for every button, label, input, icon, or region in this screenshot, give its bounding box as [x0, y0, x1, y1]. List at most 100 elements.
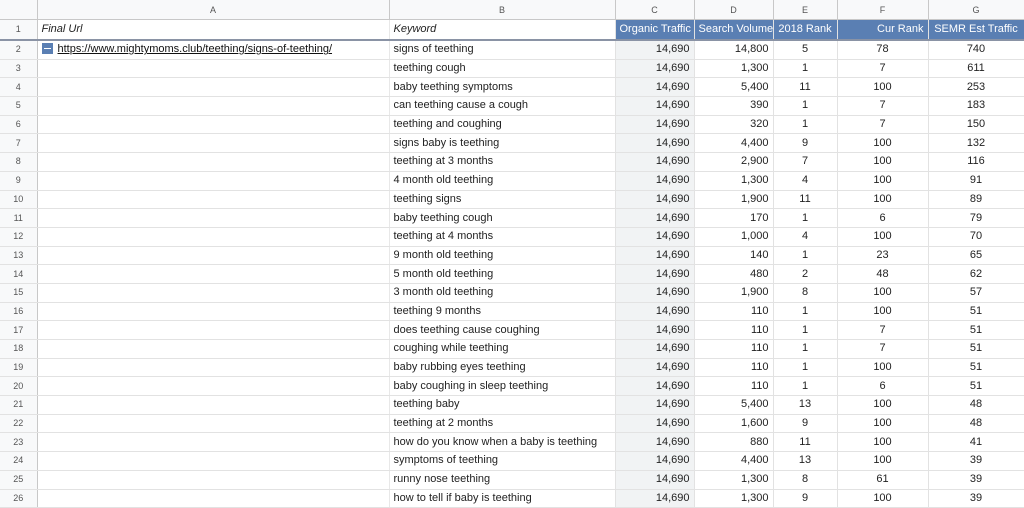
cell-keyword[interactable]: teething and coughing [389, 115, 616, 135]
cell-semr-est-traffic[interactable]: 51 [928, 339, 1024, 359]
cell-semr-est-traffic[interactable]: 51 [928, 358, 1024, 378]
cell-keyword[interactable]: coughing while teething [389, 339, 616, 359]
header-keyword[interactable]: Keyword [389, 19, 616, 41]
cell-cur-rank[interactable]: 100 [837, 190, 929, 210]
cell-search-volume[interactable]: 320 [694, 115, 774, 135]
cell-2018-rank[interactable]: 8 [773, 470, 838, 490]
cell-cur-rank[interactable]: 100 [837, 489, 929, 508]
cell-cur-rank[interactable]: 61 [837, 470, 929, 490]
cell-cur-rank[interactable]: 100 [837, 395, 929, 415]
cell-final-url[interactable] [37, 264, 390, 284]
cell-keyword[interactable]: baby coughing in sleep teething [389, 376, 616, 397]
cell-semr-est-traffic[interactable]: 65 [928, 246, 1024, 266]
cell-semr-est-traffic[interactable]: 62 [928, 264, 1024, 284]
cell-keyword[interactable]: 9 month old teething [389, 246, 616, 266]
cell-keyword[interactable]: how do you know when a baby is teething [389, 432, 616, 453]
cell-2018-rank[interactable]: 5 [773, 40, 838, 60]
cell-organic-traffic[interactable]: 14,690 [615, 77, 695, 98]
cell-cur-rank[interactable]: 100 [837, 171, 929, 191]
cell-2018-rank[interactable]: 11 [773, 77, 838, 98]
cell-search-volume[interactable]: 110 [694, 339, 774, 359]
cell-cur-rank[interactable]: 100 [837, 283, 929, 303]
cell-final-url[interactable] [37, 208, 390, 228]
cell-final-url[interactable] [37, 96, 390, 116]
cell-search-volume[interactable]: 480 [694, 264, 774, 284]
cell-final-url[interactable] [37, 283, 390, 303]
header-search-volume[interactable]: Search Volume [694, 19, 774, 41]
cell-cur-rank[interactable]: 7 [837, 320, 929, 340]
row-number[interactable]: 24 [0, 451, 38, 471]
cell-semr-est-traffic[interactable]: 253 [928, 77, 1024, 98]
cell-organic-traffic[interactable]: 14,690 [615, 395, 695, 415]
cell-semr-est-traffic[interactable]: 89 [928, 190, 1024, 210]
cell-search-volume[interactable]: 1,300 [694, 171, 774, 191]
cell-keyword[interactable]: can teething cause a cough [389, 96, 616, 116]
cell-search-volume[interactable]: 390 [694, 96, 774, 116]
row-number[interactable]: 9 [0, 171, 38, 191]
cell-keyword[interactable]: signs baby is teething [389, 133, 616, 154]
cell-semr-est-traffic[interactable]: 611 [928, 59, 1024, 79]
cell-keyword[interactable]: baby rubbing eyes teething [389, 358, 616, 378]
row-number[interactable]: 7 [0, 133, 38, 154]
column-header-a[interactable]: A [37, 0, 390, 20]
cell-keyword[interactable]: how to tell if baby is teething [389, 489, 616, 508]
cell-keyword[interactable]: teething at 3 months [389, 152, 616, 172]
cell-keyword[interactable]: does teething cause coughing [389, 320, 616, 340]
cell-keyword[interactable]: baby teething symptoms [389, 77, 616, 98]
header-2018-rank[interactable]: 2018 Rank [773, 19, 838, 41]
cell-2018-rank[interactable]: 1 [773, 96, 838, 116]
row-number[interactable]: 22 [0, 414, 38, 434]
cell-keyword[interactable]: 5 month old teething [389, 264, 616, 284]
row-number[interactable]: 8 [0, 152, 38, 172]
cell-semr-est-traffic[interactable]: 740 [928, 40, 1024, 60]
cell-semr-est-traffic[interactable]: 51 [928, 320, 1024, 340]
header-semr-est-traffic[interactable]: SEMR Est Traffic [928, 19, 1024, 41]
cell-semr-est-traffic[interactable]: 79 [928, 208, 1024, 228]
cell-keyword[interactable]: 4 month old teething [389, 171, 616, 191]
cell-final-url[interactable] [37, 358, 390, 378]
cell-keyword[interactable]: baby teething cough [389, 208, 616, 228]
row-number[interactable]: 13 [0, 246, 38, 266]
cell-cur-rank[interactable]: 100 [837, 432, 929, 453]
row-number[interactable]: 6 [0, 115, 38, 135]
cell-2018-rank[interactable]: 9 [773, 414, 838, 434]
cell-final-url[interactable] [37, 227, 390, 247]
cell-2018-rank[interactable]: 9 [773, 489, 838, 508]
row-number[interactable]: 11 [0, 208, 38, 228]
cell-semr-est-traffic[interactable]: 57 [928, 283, 1024, 303]
cell-semr-est-traffic[interactable]: 39 [928, 470, 1024, 490]
cell-2018-rank[interactable]: 1 [773, 246, 838, 266]
cell-final-url[interactable] [37, 470, 390, 490]
cell-search-volume[interactable]: 110 [694, 376, 774, 397]
cell-search-volume[interactable]: 110 [694, 358, 774, 378]
row-number[interactable]: 17 [0, 320, 38, 340]
cell-2018-rank[interactable]: 11 [773, 432, 838, 453]
cell-2018-rank[interactable]: 8 [773, 283, 838, 303]
final-url-link[interactable]: https://www.mightymoms.club/teething/sig… [58, 43, 333, 55]
column-header-d[interactable]: D [694, 0, 774, 20]
minus-square-icon[interactable] [41, 43, 53, 55]
cell-search-volume[interactable]: 5,400 [694, 77, 774, 98]
row-number[interactable]: 15 [0, 283, 38, 303]
cell-2018-rank[interactable]: 1 [773, 376, 838, 397]
cell-2018-rank[interactable]: 4 [773, 227, 838, 247]
cell-2018-rank[interactable]: 1 [773, 59, 838, 79]
cell-2018-rank[interactable]: 1 [773, 339, 838, 359]
cell-2018-rank[interactable]: 1 [773, 320, 838, 340]
cell-search-volume[interactable]: 1,300 [694, 59, 774, 79]
cell-final-url[interactable] [37, 115, 390, 135]
cell-organic-traffic[interactable]: 14,690 [615, 171, 695, 191]
cell-semr-est-traffic[interactable]: 39 [928, 489, 1024, 508]
cell-final-url[interactable] [37, 395, 390, 415]
cell-organic-traffic[interactable]: 14,690 [615, 470, 695, 490]
cell-organic-traffic[interactable]: 14,690 [615, 59, 695, 79]
cell-organic-traffic[interactable]: 14,690 [615, 283, 695, 303]
cell-final-url[interactable] [37, 451, 390, 471]
cell-cur-rank[interactable]: 7 [837, 115, 929, 135]
row-number[interactable]: 26 [0, 489, 38, 508]
cell-2018-rank[interactable]: 1 [773, 115, 838, 135]
cell-organic-traffic[interactable]: 14,690 [615, 376, 695, 397]
cell-cur-rank[interactable]: 7 [837, 339, 929, 359]
column-header-f[interactable]: F [837, 0, 929, 20]
cell-search-volume[interactable]: 110 [694, 320, 774, 340]
